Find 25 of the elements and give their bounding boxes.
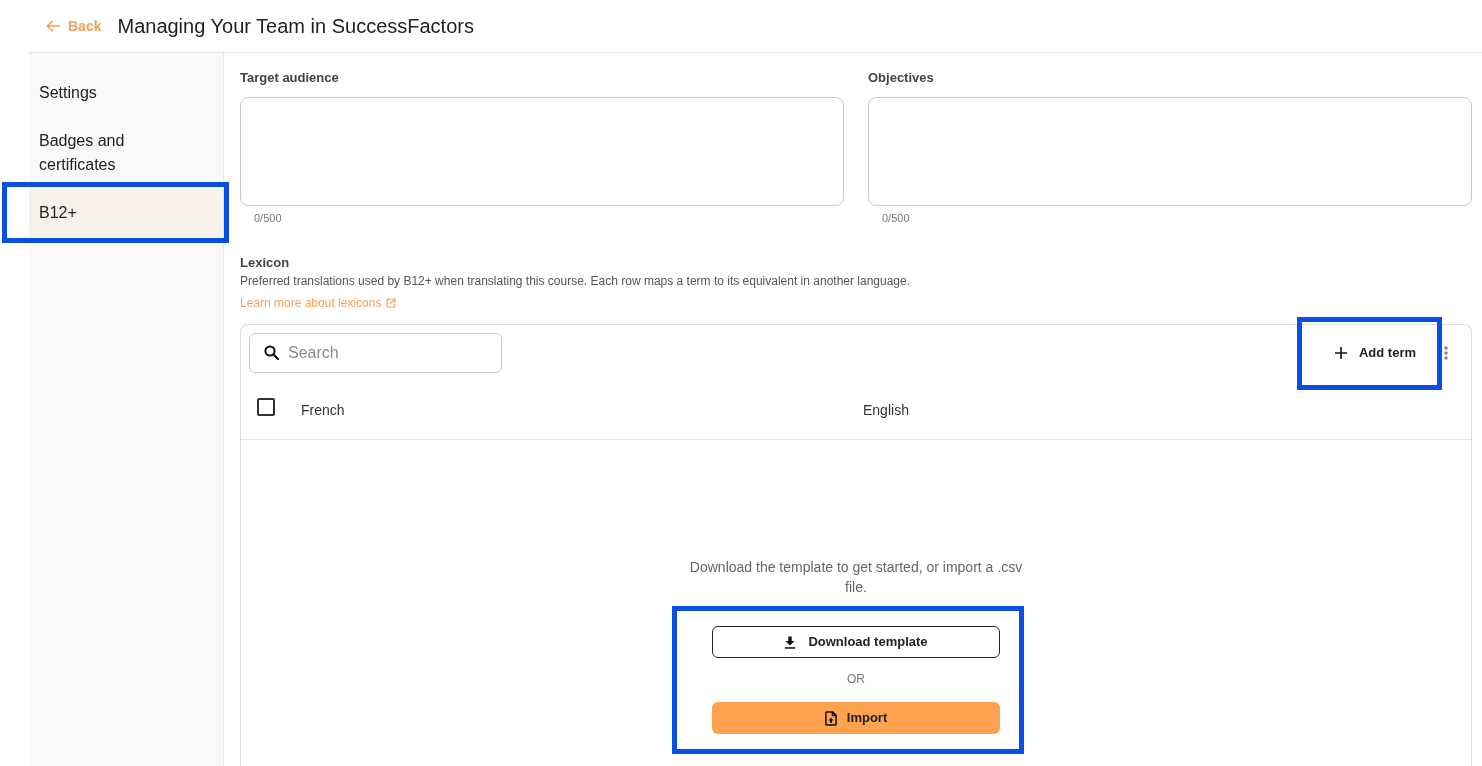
column-header: French bbox=[301, 401, 346, 420]
download-icon bbox=[784, 635, 797, 649]
external-link-icon bbox=[386, 298, 397, 308]
plus-icon bbox=[1334, 347, 1347, 359]
field-label: Target audience bbox=[240, 69, 340, 87]
import-button[interactable]: Import bbox=[712, 702, 1000, 734]
character-counter: 0/500 bbox=[253, 211, 283, 225]
sidebar-item[interactable]: B12+ bbox=[29, 189, 223, 238]
search-field[interactable]: Search bbox=[249, 333, 502, 373]
page-title: Managing Your Team in SuccessFactors bbox=[117, 14, 474, 39]
column-header: English bbox=[863, 401, 910, 420]
sidebar-item[interactable]: Badges and certificates bbox=[29, 117, 223, 181]
separator-text: OR bbox=[846, 671, 866, 688]
section-description: Preferred translations used by B12+ when translating this course. Each row maps a term to its equivalent in another language. bbox=[240, 273, 912, 290]
sidebar-item[interactable]: Settings bbox=[29, 69, 223, 109]
download-template-button[interactable]: Download template bbox=[712, 626, 1000, 658]
checkbox[interactable] bbox=[257, 398, 275, 416]
empty-state-message: Download the template to get started, or import a .csv file. bbox=[688, 558, 1024, 597]
file-upload-icon bbox=[824, 710, 837, 726]
search-icon bbox=[264, 345, 279, 360]
arrow-left-icon bbox=[46, 20, 60, 32]
field-label: Objectives bbox=[868, 69, 935, 87]
section-title: Lexicon bbox=[240, 254, 291, 272]
character-counter: 0/500 bbox=[881, 211, 911, 225]
kebab-menu-icon[interactable] bbox=[1444, 346, 1448, 360]
